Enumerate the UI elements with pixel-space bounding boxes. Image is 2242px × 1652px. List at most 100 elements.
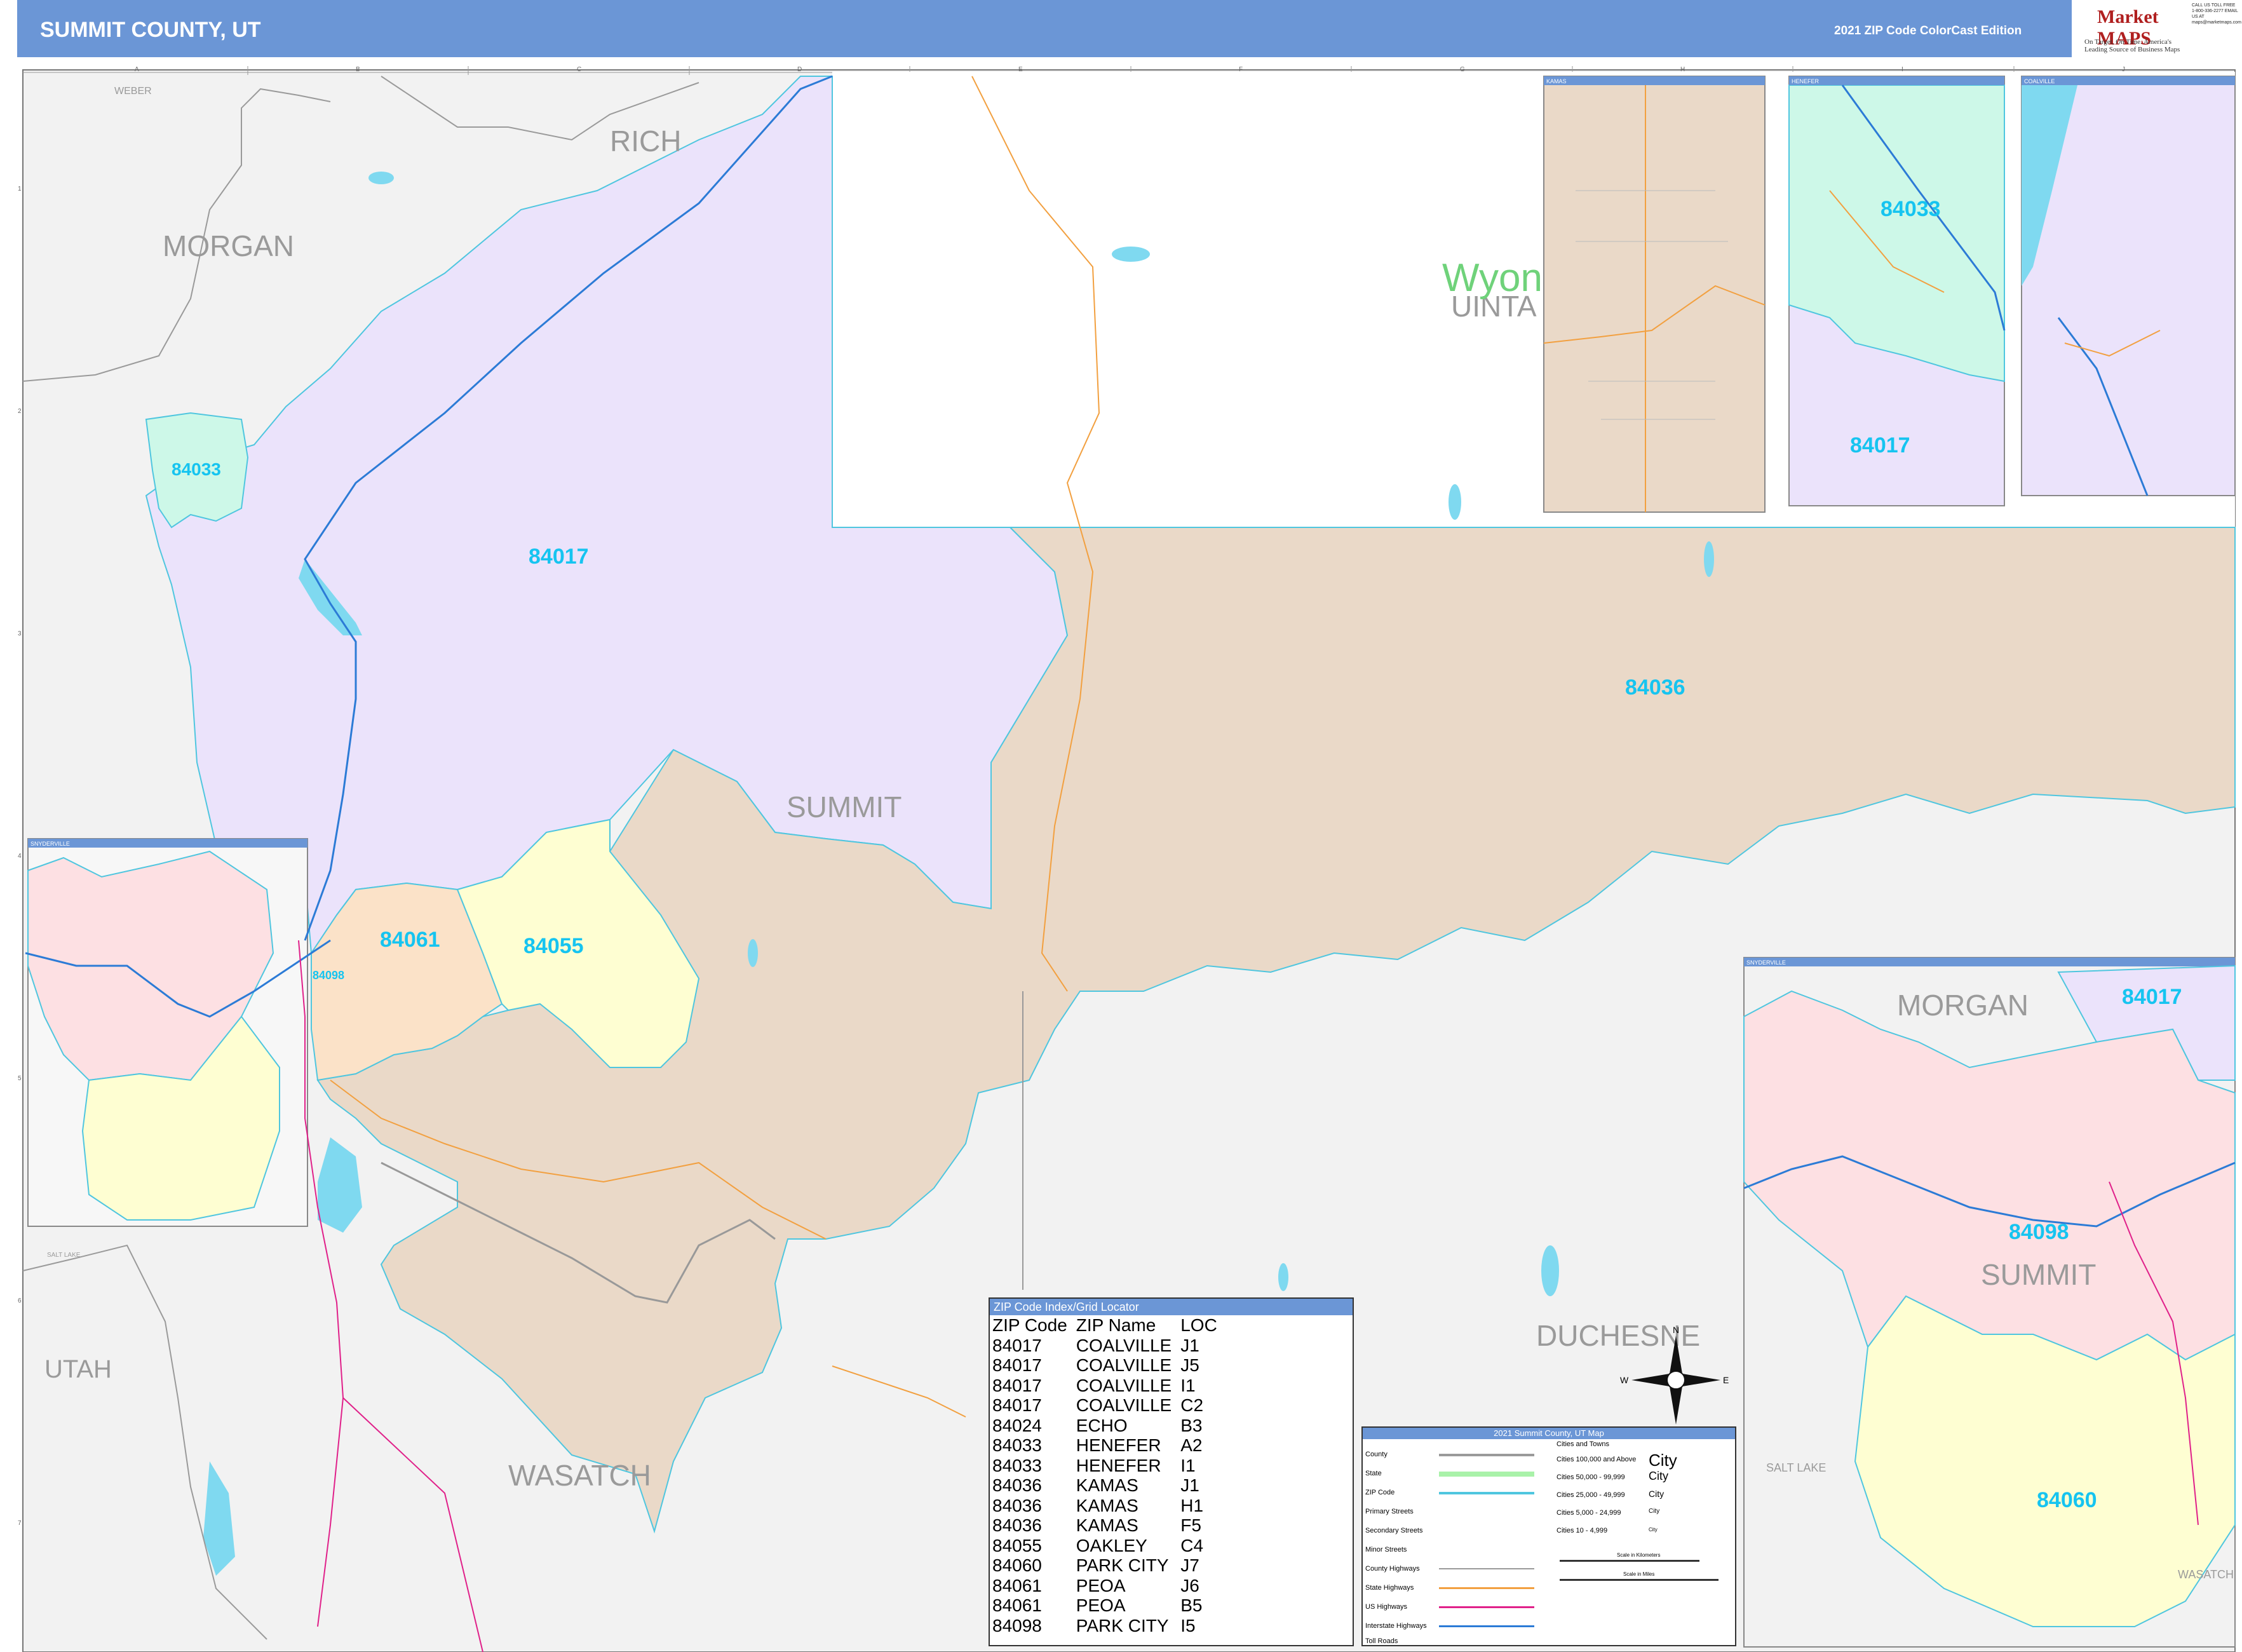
- zip-index-row: 84098 PARK CITY I5: [991, 1616, 1225, 1636]
- zip-index-row: 84024 ECHO B3: [991, 1416, 1225, 1436]
- legend-city-symbol: City: [1649, 1527, 1658, 1533]
- snyderville-inset-summit: SUMMIT: [1981, 1258, 2096, 1291]
- zip-loc-cell: H1: [1180, 1495, 1204, 1515]
- zip-label-84098: 84098: [313, 969, 344, 982]
- zip-code-cell: 84060: [992, 1555, 1042, 1575]
- legend-city-symbol: City: [1649, 1470, 1668, 1482]
- legend-cities-heading: Cities and Towns: [1557, 1440, 1609, 1448]
- zip-label-84055: 84055: [523, 934, 584, 958]
- zip-name-cell: COALVILLE: [1076, 1395, 1172, 1415]
- zip-index-row: 84017 COALVILLE J1: [991, 1336, 1225, 1356]
- grid-row-1: 1: [18, 186, 22, 193]
- legend-item-county-highways: County Highways: [1365, 1565, 1420, 1573]
- zip-loc-cell: F5: [1180, 1515, 1201, 1535]
- legend-line-county-highways: [1439, 1568, 1534, 1569]
- legend-line-zip: [1439, 1492, 1534, 1494]
- zip-code-cell: 84061: [992, 1595, 1042, 1615]
- zip-name-cell: COALVILLE: [1076, 1375, 1172, 1395]
- henefer-inset-title: HENEFER: [1792, 78, 1820, 85]
- map-legend: 2021 Summit County, UT Map County State …: [1361, 1426, 1736, 1646]
- zip-loc-cell: J5: [1180, 1355, 1199, 1375]
- grid-row-labels: 1 2 3 4 5 6 7: [18, 186, 22, 1527]
- henefer-inset-zip-84033: 84033: [1881, 197, 1941, 221]
- lake-3: [1449, 484, 1461, 520]
- snyderville-inset-wasatch: WASATCH: [2178, 1568, 2234, 1581]
- zip-index-header-cell: LOC: [1180, 1315, 1217, 1335]
- legend-line-state-highways: [1439, 1587, 1534, 1589]
- zip-name-cell: HENEFER: [1076, 1455, 1161, 1475]
- legend-line-state: [1439, 1472, 1534, 1477]
- zip-name-cell: ECHO: [1076, 1415, 1128, 1435]
- legend-line-interstate-highways: [1439, 1625, 1534, 1627]
- snyderville-inset-zip-84017: 84017: [2122, 985, 2182, 1009]
- zip-index-row: 84036 KAMAS J1: [991, 1475, 1225, 1496]
- county-label-rich: RICH: [610, 125, 681, 158]
- zip-code-cell: 84017: [992, 1335, 1042, 1355]
- snyderville-left-inset-header: [28, 839, 307, 848]
- zip-code-cell: 84098: [992, 1615, 1042, 1635]
- zip-index-row: 84060 PARK CITY J7: [991, 1555, 1225, 1576]
- snyderville-left-inset-title: SNYDERVILLE: [30, 841, 70, 847]
- henefer-inset-zip-84017: 84017: [1850, 433, 1910, 457]
- legend-scale-mi-bar: [1560, 1579, 1719, 1581]
- zip-code-cell: 84055: [992, 1535, 1042, 1555]
- snyderville-inset: SNYDERVILLE MORGAN 84017 84098 SUMMIT 84…: [1743, 957, 2236, 1648]
- legend-item-us-highways: US Highways: [1365, 1603, 1408, 1611]
- legend-city-item: Cities 50,000 - 99,999: [1557, 1473, 1625, 1481]
- kamas-inset-title: KAMAS: [1546, 78, 1567, 85]
- zip-index-row: 84033 HENEFER I1: [991, 1456, 1225, 1476]
- zip-index-row: 84055 OAKLEY C4: [991, 1536, 1225, 1556]
- zip-name-cell: OAKLEY: [1076, 1535, 1147, 1555]
- zip-code-cell: 84017: [992, 1355, 1042, 1375]
- lake-1: [1112, 247, 1150, 262]
- lake-6: [1704, 541, 1714, 577]
- state-label-wyoming: Wyon: [1442, 256, 1543, 300]
- zip-label-84036: 84036: [1625, 675, 1685, 700]
- zip-loc-cell: J1: [1180, 1475, 1199, 1495]
- coalville-inset: COALVILLE: [2021, 76, 2236, 496]
- legend-item-interstate-highways: Interstate Highways: [1365, 1622, 1427, 1630]
- legend-city-item: Cities 5,000 - 24,999: [1557, 1509, 1621, 1517]
- kamas-inset: KAMAS: [1543, 76, 1766, 513]
- zip-name-cell: KAMAS: [1076, 1475, 1138, 1495]
- zip-index-row: 84036 KAMAS H1: [991, 1496, 1225, 1516]
- snyderville-inset-morgan: MORGAN: [1897, 989, 2029, 1022]
- legend-city-symbol: City: [1649, 1508, 1660, 1515]
- snyderville-inset-zip-84060: 84060: [2037, 1488, 2097, 1512]
- snyderville-inset-title: SNYDERVILLE: [1746, 959, 1786, 966]
- lake-4: [748, 939, 758, 967]
- grid-col-d: D: [797, 66, 802, 73]
- legend-scale-km: Scale in Kilometers: [1617, 1552, 1661, 1558]
- county-label-morgan: MORGAN: [163, 229, 294, 262]
- legend-title: 2021 Summit County, UT Map: [1363, 1428, 1735, 1439]
- zip-index-header-cell: ZIP Name: [1076, 1315, 1156, 1335]
- zip-index-row: 84033 HENEFER A2: [991, 1435, 1225, 1456]
- lake-2: [1541, 1245, 1559, 1296]
- legend-city-item: Cities 100,000 and Above: [1557, 1456, 1637, 1463]
- zip-loc-cell: J7: [1180, 1555, 1199, 1575]
- legend-item-primary-streets: Primary Streets: [1365, 1508, 1414, 1515]
- grid-row-5: 5: [18, 1075, 22, 1082]
- county-label-utah: UTAH: [44, 1355, 112, 1383]
- zip-name-cell: PEOA: [1076, 1575, 1126, 1595]
- snyderville-inset-zip-84098: 84098: [2009, 1220, 2069, 1244]
- zip-index-title: ZIP Code Index/Grid Locator: [990, 1299, 1353, 1315]
- zip-loc-cell: I1: [1180, 1375, 1196, 1395]
- legend-item-zip: ZIP Code: [1365, 1489, 1395, 1496]
- grid-col-a: A: [135, 66, 139, 73]
- compass-e: E: [1723, 1375, 1729, 1385]
- zip-loc-cell: I5: [1180, 1615, 1196, 1635]
- zip-name-cell: PEOA: [1076, 1595, 1126, 1615]
- legend-item-state-highways: State Highways: [1365, 1584, 1414, 1592]
- zip-label-84017: 84017: [529, 545, 589, 569]
- zip-name-cell: KAMAS: [1076, 1515, 1138, 1535]
- zip-loc-cell: B5: [1180, 1595, 1203, 1615]
- county-label-wasatch: WASATCH: [508, 1459, 651, 1492]
- grid-col-b: B: [356, 66, 360, 73]
- zip-index-row: 84017 COALVILLE I1: [991, 1376, 1225, 1396]
- grid-row-6: 6: [18, 1297, 22, 1304]
- grid-row-4: 4: [18, 853, 22, 860]
- county-label-summit: SUMMIT: [787, 790, 902, 823]
- zip-code-cell: 84036: [992, 1475, 1042, 1495]
- grid-row-2: 2: [18, 408, 22, 415]
